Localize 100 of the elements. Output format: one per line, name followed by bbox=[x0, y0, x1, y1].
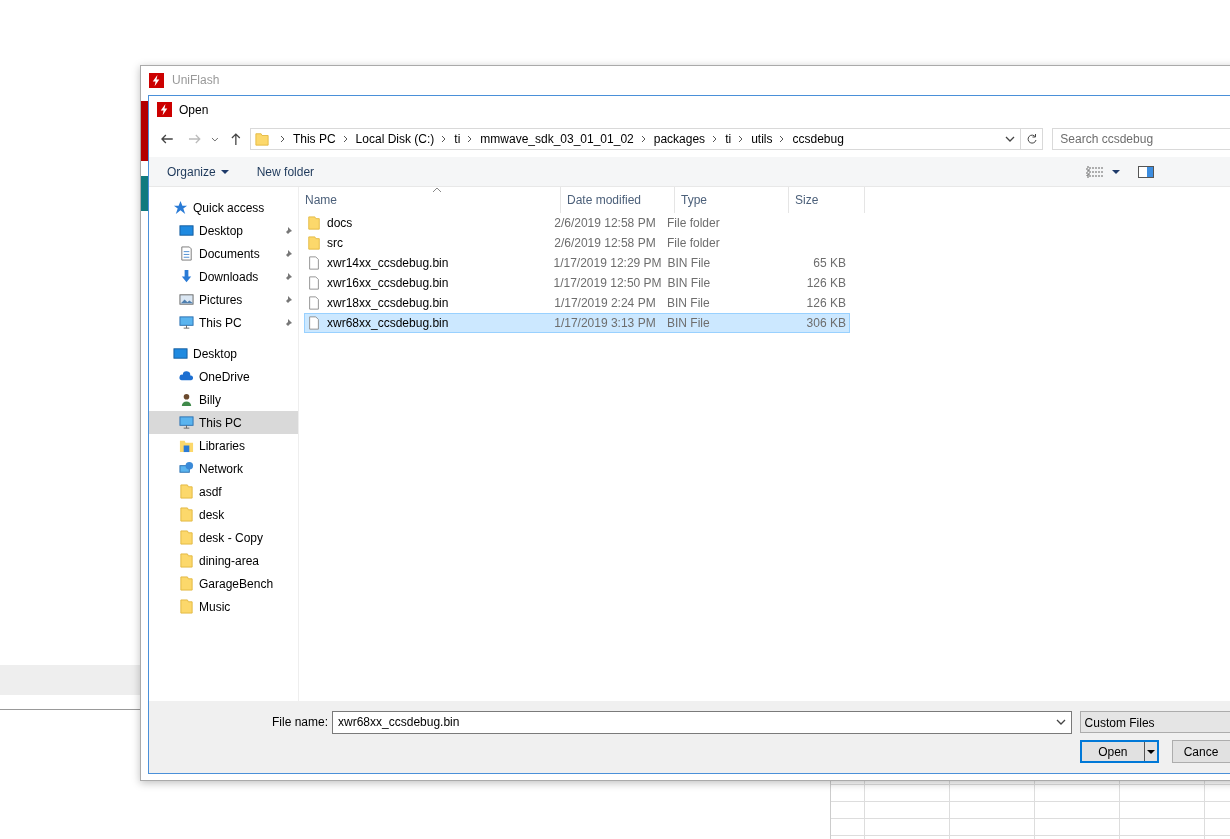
breadcrumb[interactable]: This PC bbox=[292, 132, 336, 146]
nav-item[interactable]: Libraries bbox=[149, 434, 298, 457]
library-folder-icon bbox=[179, 438, 194, 453]
type-cell-text: BIN File bbox=[666, 256, 712, 270]
file-name: xwr14xx_ccsdebug.bin bbox=[327, 256, 449, 270]
file-row[interactable]: xwr16xx_ccsdebug.bin 1/17/2019 12:50 PM BIN File 126 KB bbox=[304, 273, 850, 293]
breadcrumb[interactable]: packages bbox=[653, 132, 706, 146]
date-cell-text: 1/17/2019 2:24 PM bbox=[553, 296, 657, 310]
chevron-right-icon bbox=[278, 134, 287, 144]
user-silhouette-icon bbox=[179, 392, 194, 407]
nav-item[interactable]: Desktop bbox=[149, 219, 298, 242]
nav-item[interactable]: This PC bbox=[149, 411, 298, 434]
file-name: xwr68xx_ccsdebug.bin bbox=[327, 316, 449, 330]
file-icon bbox=[307, 315, 321, 331]
file-name: xwr16xx_ccsdebug.bin bbox=[327, 276, 449, 290]
file-name-label: File name: bbox=[272, 715, 329, 729]
nav-item[interactable]: GarageBench bbox=[149, 572, 298, 595]
nav-item[interactable]: Pictures bbox=[149, 288, 298, 311]
file-row[interactable]: xwr18xx_ccsdebug.bin 1/17/2019 2:24 PM BIN File 126 KB bbox=[304, 293, 850, 313]
star-icon bbox=[173, 200, 188, 215]
cancel-button[interactable]: Cance bbox=[1171, 740, 1230, 763]
file-icon bbox=[307, 255, 321, 271]
nav-item[interactable]: Billy bbox=[149, 388, 298, 411]
address-bar[interactable]: This PC Local Disk (C:) ti mmwave_sdk_03_01_01_02 packages ti utils ccsdebug bbox=[249, 128, 1044, 150]
file-icon bbox=[307, 275, 321, 291]
search-field[interactable]: Search ccsdebug bbox=[1052, 128, 1230, 150]
preview-pane-icon[interactable] bbox=[1138, 165, 1154, 178]
lightning-logo-icon bbox=[157, 102, 172, 117]
folder-icon bbox=[179, 576, 194, 591]
type-cell-text: File folder bbox=[666, 216, 721, 230]
desktop-icon bbox=[179, 223, 194, 238]
picture-icon bbox=[179, 292, 194, 307]
folder-icon bbox=[179, 530, 194, 545]
type-cell-text: BIN File bbox=[666, 316, 711, 330]
dropdown-caret-icon[interactable] bbox=[1004, 134, 1017, 144]
size-cell: 306 KB bbox=[806, 316, 846, 330]
nav-item[interactable]: Network bbox=[149, 457, 298, 480]
nav-item[interactable]: This PC bbox=[149, 311, 298, 334]
nav-item[interactable]: desk bbox=[149, 503, 298, 526]
nav-item[interactable]: Quick access bbox=[149, 196, 298, 219]
monitor-icon bbox=[179, 315, 194, 330]
column-header[interactable]: Date modified bbox=[561, 187, 675, 213]
open-button[interactable]: Open bbox=[1080, 740, 1159, 763]
folder-icon bbox=[307, 215, 321, 231]
date-cell-text: 1/17/2019 3:13 PM bbox=[553, 316, 657, 330]
column-header[interactable]: Type bbox=[675, 187, 789, 213]
desktop-icon bbox=[173, 346, 188, 361]
monitor-icon bbox=[179, 415, 194, 430]
file-name: src bbox=[327, 236, 343, 250]
network-icon bbox=[179, 461, 194, 476]
file-name-field[interactable]: xwr68xx_ccsdebug.bin bbox=[332, 710, 1072, 734]
caret-icon[interactable] bbox=[1112, 168, 1120, 175]
folder-icon bbox=[179, 507, 194, 522]
folder-icon bbox=[179, 484, 194, 499]
nav-item[interactable]: OneDrive bbox=[149, 365, 298, 388]
caret-icon bbox=[1146, 748, 1155, 755]
chevron-right-icon bbox=[639, 134, 648, 144]
caret-icon bbox=[220, 168, 229, 175]
column-header[interactable]: Name bbox=[299, 187, 561, 213]
nav-item[interactable]: asdf bbox=[149, 480, 298, 503]
file-row[interactable]: xwr14xx_ccsdebug.bin 1/17/2019 12:29 PM BIN File 65 KB bbox=[304, 253, 850, 273]
breadcrumb[interactable]: ti bbox=[725, 132, 732, 146]
breadcrumb[interactable]: ti bbox=[454, 132, 461, 146]
folder-icon bbox=[307, 235, 321, 251]
window-title: UniFlash bbox=[172, 73, 220, 87]
file-name: xwr18xx_ccsdebug.bin bbox=[327, 296, 449, 310]
nav-item[interactable]: Documents bbox=[149, 242, 298, 265]
new-folder-button[interactable]: New folder bbox=[248, 160, 323, 183]
organize-button[interactable]: Organize bbox=[159, 160, 237, 183]
lightning-logo-icon bbox=[149, 72, 164, 88]
chevron-right-icon bbox=[341, 134, 350, 144]
file-name: docs bbox=[327, 216, 353, 230]
folder-icon bbox=[179, 553, 194, 568]
breadcrumb[interactable]: mmwave_sdk_03_01_01_02 bbox=[480, 132, 634, 146]
size-cell: 65 KB bbox=[813, 256, 846, 270]
file-row[interactable]: xwr68xx_ccsdebug.bin 1/17/2019 3:13 PM BIN File 306 KB bbox=[304, 313, 850, 333]
size-cell: 126 KB bbox=[806, 276, 846, 290]
nav-item[interactable]: Downloads bbox=[149, 265, 298, 288]
file-row[interactable]: src 2/6/2019 12:58 PM File folder bbox=[304, 233, 850, 253]
nav-item[interactable]: Desktop bbox=[149, 342, 298, 365]
refresh-icon bbox=[1025, 133, 1038, 145]
type-cell-text: File folder bbox=[666, 236, 721, 250]
breadcrumb[interactable]: utils bbox=[751, 132, 773, 146]
file-type-dropdown[interactable]: Custom Files bbox=[1079, 711, 1230, 733]
dialog-title: Open bbox=[179, 102, 209, 117]
document-icon bbox=[179, 246, 194, 261]
sort-caret-icon bbox=[432, 187, 442, 193]
file-row[interactable]: docs 2/6/2019 12:58 PM File folder bbox=[304, 213, 850, 233]
folder-icon bbox=[179, 599, 194, 614]
nav-item[interactable]: desk - Copy bbox=[149, 526, 298, 549]
date-cell-text: 2/6/2019 12:58 PM bbox=[553, 216, 657, 230]
date-cell-text: 1/17/2019 12:29 PM bbox=[552, 256, 662, 270]
type-cell-text: BIN File bbox=[666, 276, 712, 290]
nav-item[interactable]: dining-area bbox=[149, 549, 298, 572]
date-cell-text: 1/17/2019 12:50 PM bbox=[552, 276, 662, 290]
column-header[interactable]: Size bbox=[789, 187, 865, 213]
date-cell-text: 2/6/2019 12:58 PM bbox=[553, 236, 657, 250]
nav-item[interactable]: Music bbox=[149, 595, 298, 618]
breadcrumb[interactable]: ccsdebug bbox=[792, 132, 844, 146]
breadcrumb[interactable]: Local Disk (C:) bbox=[355, 132, 435, 146]
